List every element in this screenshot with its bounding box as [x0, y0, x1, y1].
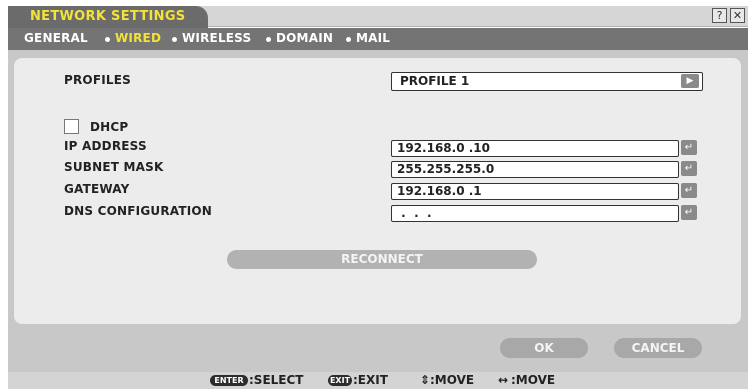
tab-domain[interactable]: DOMAIN: [276, 31, 333, 45]
help-button[interactable]: ?: [712, 8, 727, 23]
tab-general[interactable]: GENERAL: [24, 31, 88, 45]
subnet-mask-label: SUBNET MASK: [64, 160, 164, 174]
dhcp-label: DHCP: [90, 120, 129, 134]
leftright-icon: ↔: [498, 373, 509, 387]
profiles-label: PROFILES: [64, 73, 131, 87]
ok-button[interactable]: OK: [500, 338, 588, 358]
enter-icon[interactable]: ↵: [681, 205, 697, 220]
ip-address-field[interactable]: 192.168.0 .10: [391, 140, 679, 157]
gateway-field[interactable]: 192.168.0 .1: [391, 183, 679, 200]
dns-configuration-label: DNS CONFIGURATION: [64, 204, 213, 218]
updown-icon: ⇕: [420, 373, 431, 387]
enter-key-icon: ENTER: [210, 375, 248, 386]
ip-address-label: IP ADDRESS: [64, 139, 147, 153]
reconnect-button[interactable]: RECONNECT: [227, 250, 537, 269]
tab-mail[interactable]: MAIL: [356, 31, 390, 45]
enter-icon[interactable]: ↵: [681, 183, 697, 198]
tab-bullet-icon: [266, 37, 271, 42]
close-button[interactable]: ✕: [730, 8, 745, 23]
subnet-mask-field[interactable]: 255.255.255.0: [391, 161, 679, 178]
profile-select-value: PROFILE 1: [400, 74, 470, 88]
window-title-tab: NETWORK SETTINGS: [8, 6, 208, 28]
tab-wired[interactable]: WIRED: [115, 31, 161, 45]
dns-configuration-field[interactable]: . . .: [391, 205, 679, 222]
profile-select[interactable]: PROFILE 1 ▶: [391, 72, 703, 91]
gateway-value: 192.168.0 .1: [397, 184, 482, 198]
move-horizontal-hint: :MOVE: [511, 373, 556, 387]
enter-icon[interactable]: ↵: [681, 140, 697, 155]
ip-address-value: 192.168.0 .10: [397, 141, 490, 155]
enter-icon[interactable]: ↵: [681, 161, 697, 176]
tab-bullet-icon: [172, 37, 177, 42]
arrow-right-icon[interactable]: ▶: [681, 74, 699, 88]
dns-configuration-value: . . .: [397, 206, 432, 220]
exit-key-icon: EXIT: [328, 375, 352, 386]
select-hint: :SELECT: [249, 373, 304, 387]
exit-hint: :EXIT: [353, 373, 388, 387]
gateway-label: GATEWAY: [64, 182, 130, 196]
subnet-mask-value: 255.255.255.0: [397, 162, 495, 176]
move-vertical-hint: :MOVE: [430, 373, 475, 387]
tab-bullet-icon: [105, 37, 110, 42]
tab-bar: GENERAL WIRED WIRELESS DOMAIN MAIL: [8, 28, 748, 50]
dhcp-checkbox[interactable]: [64, 119, 79, 134]
tab-bullet-icon: [346, 37, 351, 42]
status-bar: ENTER :SELECT EXIT :EXIT ⇕ :MOVE ↔ :MOVE: [8, 372, 748, 389]
tab-wireless[interactable]: WIRELESS: [182, 31, 251, 45]
window-title: NETWORK SETTINGS: [30, 9, 186, 24]
cancel-button[interactable]: CANCEL: [614, 338, 702, 358]
